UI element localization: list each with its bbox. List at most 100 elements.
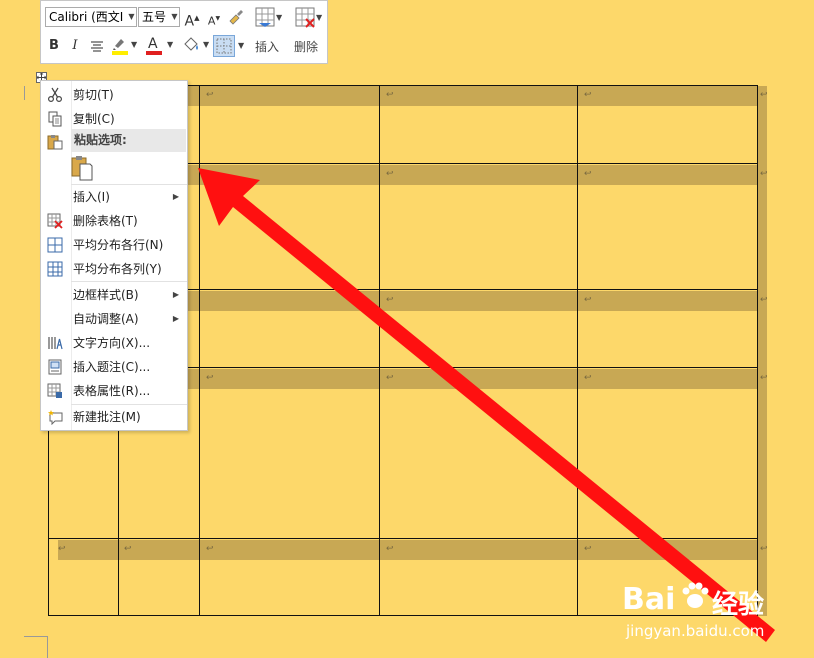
cell-mark: ↩ xyxy=(760,295,768,305)
cell-mark: ↩ xyxy=(206,90,214,100)
menu-item-label: 自动调整(A) xyxy=(73,312,139,326)
menu-item-delete-table[interactable]: 删除表格(T) xyxy=(41,209,187,233)
menu-item-distribute-columns[interactable]: 平均分布各列(Y) xyxy=(41,257,187,281)
insert-table-button[interactable]: ▼ 插入 xyxy=(253,5,287,55)
highlight-button[interactable]: ▼ xyxy=(111,36,138,58)
shrink-font-button[interactable]: A▼ xyxy=(205,9,223,32)
cell-mark: ↩ xyxy=(584,295,592,305)
watermark-jingyan: 经验 xyxy=(712,590,765,620)
shading-button[interactable]: ▼ xyxy=(181,36,209,58)
chevron-down-icon: ▼ xyxy=(131,40,138,49)
center-align-button[interactable] xyxy=(89,38,107,54)
row-band xyxy=(186,369,758,389)
menu-item-border-styles[interactable]: 边框样式(B) ▶ xyxy=(41,283,187,307)
menu-item-text-direction[interactable]: 文字方向(X)... xyxy=(41,331,187,355)
insert-rows-icon xyxy=(255,7,275,27)
watermark-url: jingyan.baidu.com xyxy=(626,622,765,640)
table-properties-icon xyxy=(47,383,62,398)
distribute-columns-icon xyxy=(47,261,63,277)
menu-item-label: 剪切(T) xyxy=(73,88,114,102)
row-band xyxy=(58,540,758,560)
cell-mark: ↩ xyxy=(206,544,214,554)
menu-item-label: 复制(C) xyxy=(73,112,115,126)
cell-mark: ↩ xyxy=(206,373,214,383)
chevron-down-icon: ▼ xyxy=(167,40,174,49)
scissors-icon xyxy=(47,87,63,103)
menu-item-copy[interactable]: 复制(C) xyxy=(41,107,187,131)
copy-icon xyxy=(48,111,62,127)
chevron-down-icon[interactable]: ▼ xyxy=(126,7,137,27)
menu-item-table-properties[interactable]: 表格属性(R)... xyxy=(41,379,187,403)
delete-table-button[interactable]: ▼ 删除 xyxy=(293,5,327,55)
baidu-watermark: Bai 经验 jingyan.baidu.com xyxy=(620,568,814,652)
chevron-down-icon: ▼ xyxy=(316,13,323,22)
menu-item-label: 平均分布各列(Y) xyxy=(73,262,162,276)
delete-table-icon xyxy=(47,213,63,229)
watermark-brand: Bai xyxy=(622,582,676,617)
cell-mark: ↩ xyxy=(584,169,592,179)
format-painter-icon xyxy=(229,10,243,25)
menu-item-label: 边框样式(B) xyxy=(73,288,139,302)
font-family-select[interactable]: Calibri (西文Ⅰ xyxy=(45,7,137,27)
chevron-down-icon: ▼ xyxy=(276,13,283,22)
cell-mark: ↩ xyxy=(124,544,132,554)
submenu-arrow-icon: ▶ xyxy=(172,192,179,201)
paste-keep-text-icon xyxy=(71,156,93,181)
format-painter-button[interactable] xyxy=(227,7,245,27)
delete-label: 删除 xyxy=(294,40,319,54)
distribute-rows-icon xyxy=(47,237,63,253)
font-color-button[interactable]: A ▼ xyxy=(145,36,173,58)
cell-mark: ↩ xyxy=(386,169,394,179)
new-comment-icon xyxy=(48,410,63,425)
cell-mark: ↩ xyxy=(386,373,394,383)
crop-mark xyxy=(24,86,25,100)
text-direction-icon xyxy=(48,337,63,350)
borders-button[interactable]: ▼ xyxy=(213,35,247,59)
menu-item-insert[interactable]: 插入(I) ▶ xyxy=(41,185,187,209)
cell-mark: ↩ xyxy=(760,373,768,383)
paste-options-header: 粘贴选项: xyxy=(71,129,186,152)
cell-mark: ↩ xyxy=(760,544,768,554)
table-line xyxy=(199,85,200,616)
row-band xyxy=(186,86,758,106)
menu-item-distribute-rows[interactable]: 平均分布各行(N) xyxy=(41,233,187,257)
bold-button[interactable]: B xyxy=(46,36,62,56)
paste-keep-text-button[interactable] xyxy=(71,155,95,181)
context-menu: 剪切(T) 复制(C) 粘贴选项: 插入(I) ▶ 删除表格(T) 平均分布各行… xyxy=(40,80,188,431)
chevron-down-icon[interactable]: ▼ xyxy=(169,7,180,27)
cell-mark: ↩ xyxy=(584,373,592,383)
cell-mark: ↩ xyxy=(760,169,768,179)
submenu-arrow-icon: ▶ xyxy=(172,290,179,299)
cell-mark: ↩ xyxy=(584,544,592,554)
menu-item-insert-caption[interactable]: 插入题注(C)... xyxy=(41,355,187,379)
grow-font-button[interactable]: A▲ xyxy=(183,8,201,32)
paw-icon xyxy=(682,582,709,608)
grow-font-icon: A xyxy=(184,13,195,30)
paste-icon xyxy=(47,135,63,150)
chevron-down-icon: ▼ xyxy=(203,40,210,49)
menu-item-new-comment[interactable]: 新建批注(M) xyxy=(41,405,187,429)
cell-mark: ↩ xyxy=(760,90,768,100)
table-line xyxy=(757,85,758,616)
insert-label: 插入 xyxy=(255,40,280,54)
menu-item-autofit[interactable]: 自动调整(A) ▶ xyxy=(41,307,187,331)
row-band xyxy=(186,291,758,311)
table-line xyxy=(379,85,380,616)
cell-mark: ↩ xyxy=(584,90,592,100)
table-line xyxy=(577,85,578,616)
menu-item-label: 插入(I) xyxy=(73,190,110,204)
menu-separator xyxy=(71,281,187,282)
center-align-icon xyxy=(91,41,103,52)
menu-item-label: 删除表格(T) xyxy=(73,214,138,228)
italic-button[interactable]: I xyxy=(67,36,83,56)
row-band xyxy=(186,165,758,185)
crop-mark xyxy=(24,636,48,637)
menu-item-cut[interactable]: 剪切(T) xyxy=(41,83,187,107)
cell-mark: ↩ xyxy=(58,544,66,554)
cell-mark: ↩ xyxy=(386,90,394,100)
crop-mark xyxy=(47,636,48,658)
cell-mark: ↩ xyxy=(386,295,394,305)
borders-icon xyxy=(216,38,232,54)
mini-toolbar: Calibri (西文Ⅰ ▼ 五号 ▼ A▲ A▼ ▼ 插入 ▼ 删除 B I xyxy=(40,0,328,64)
menu-item-label: 表格属性(R)... xyxy=(73,384,151,398)
